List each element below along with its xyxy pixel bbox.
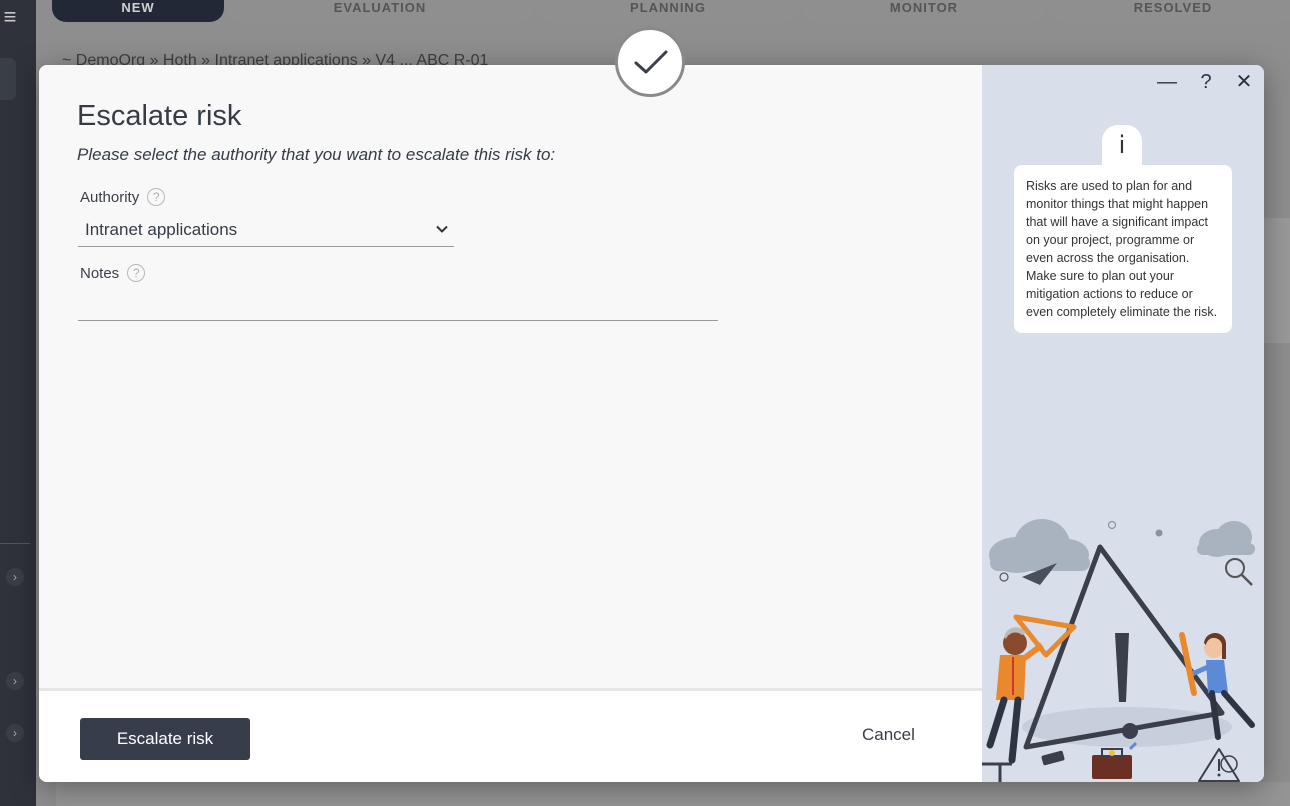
authority-selected-value: Intranet applications <box>85 220 238 239</box>
rail-active-item <box>0 58 16 100</box>
toolbox-icon <box>1092 741 1138 779</box>
authority-label-text: Authority <box>80 188 140 206</box>
stage-planning: PLANNING <box>536 0 800 22</box>
man-figure <box>986 627 1044 764</box>
rail-divider <box>0 543 30 544</box>
stage-resolved: RESOLVED <box>1048 0 1290 22</box>
left-rail: ≡ › › › <box>0 0 36 806</box>
stage-monitor: MONITOR <box>802 0 1046 22</box>
authority-select[interactable]: Intranet applications <box>78 213 454 247</box>
background-panel <box>1264 218 1290 343</box>
rail-chevron-right-icon: › <box>6 672 24 690</box>
dialog-footer: Escalate risk Cancel <box>39 688 982 782</box>
stool-icon <box>982 762 1012 782</box>
authority-label: Authority ? <box>80 188 166 206</box>
info-icon: i <box>1102 125 1142 169</box>
cloud-icon <box>1197 521 1255 557</box>
risk-warning-illustration <box>982 519 1255 782</box>
stage-evaluation: EVALUATION <box>226 0 534 22</box>
dialog-title: Escalate risk <box>77 100 242 132</box>
notes-label: Notes ? <box>80 264 146 282</box>
chevron-down-icon <box>436 225 448 233</box>
help-icon[interactable]: ? <box>1193 69 1219 95</box>
success-check-badge <box>615 27 685 97</box>
authority-help-icon[interactable]: ? <box>147 188 166 206</box>
magnifier-icon <box>1225 558 1253 586</box>
escalate-risk-button[interactable]: Escalate risk <box>80 718 250 760</box>
checkmark-icon <box>634 50 668 74</box>
background-bottom-bar <box>56 782 1290 806</box>
cloud-icon <box>989 519 1090 573</box>
dialog-subtitle: Please select the authority that you wan… <box>77 145 556 164</box>
cancel-button[interactable]: Cancel <box>862 725 915 745</box>
info-bubble: Risks are used to plan for and monitor t… <box>1014 165 1232 333</box>
minimize-icon[interactable]: — <box>1154 69 1180 95</box>
close-icon[interactable]: ✕ <box>1231 69 1257 95</box>
stage-bar: NEW EVALUATION PLANNING MONITOR RESOLVED <box>52 0 1290 22</box>
notes-help-icon[interactable]: ? <box>127 264 146 282</box>
notes-input[interactable] <box>78 293 718 321</box>
rail-chevron-right-icon: › <box>6 724 24 742</box>
hamburger-menu-icon: ≡ <box>3 4 17 29</box>
notes-label-text: Notes <box>80 264 120 282</box>
rail-chevron-right-icon: › <box>6 568 24 586</box>
dialog-form-area: Escalate risk Please select the authorit… <box>39 65 982 782</box>
stage-new: NEW <box>52 0 224 22</box>
help-side-panel: — ? ✕ i Risks are used to plan for and m… <box>982 65 1264 782</box>
escalate-risk-dialog: Escalate risk Please select the authorit… <box>39 65 1264 782</box>
